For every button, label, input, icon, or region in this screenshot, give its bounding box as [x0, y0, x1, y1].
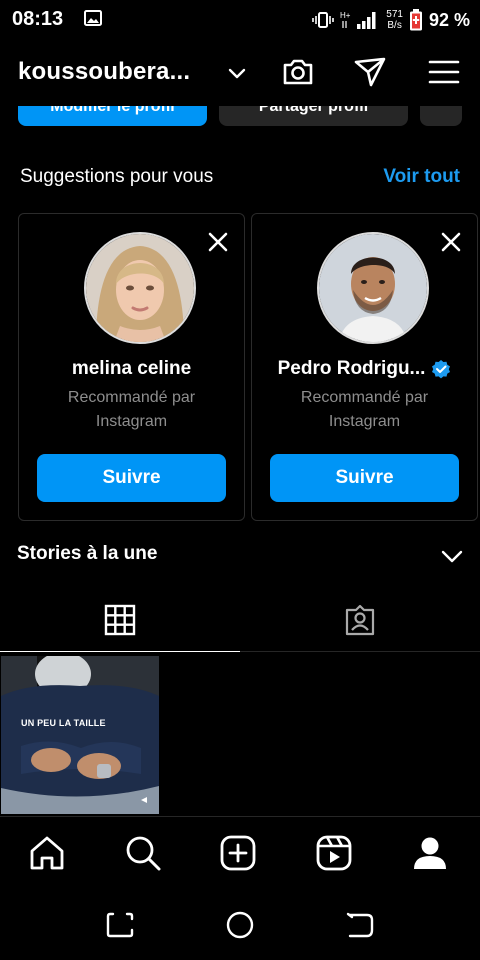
close-icon[interactable] — [439, 230, 463, 254]
tab-posts[interactable] — [0, 596, 240, 652]
vibrate-icon — [312, 12, 335, 28]
highlights-title[interactable]: Stories à la une — [17, 543, 157, 565]
status-time: 08:13 — [12, 8, 64, 30]
chevron-down-icon[interactable] — [440, 544, 464, 568]
chevron-down-icon[interactable] — [226, 62, 248, 84]
send-icon[interactable] — [352, 54, 388, 90]
verified-badge-icon — [432, 360, 451, 379]
back-icon[interactable] — [345, 910, 375, 940]
net-speed: 571 B/s — [386, 9, 403, 31]
avatar[interactable] — [317, 232, 429, 344]
bottom-navigation — [0, 816, 480, 888]
home-icon[interactable] — [27, 833, 67, 873]
see-all-link[interactable]: Voir tout — [383, 166, 460, 188]
recent-apps-icon[interactable] — [105, 910, 135, 940]
tagged-icon — [345, 604, 375, 636]
status-bar: 08:13 H+ 571 B/s 92 % — [0, 0, 480, 40]
create-icon[interactable] — [218, 833, 258, 873]
profile-actions: Modifier le profil Partager profil — [0, 106, 480, 126]
follow-button[interactable]: Suivre — [270, 454, 459, 502]
camera-icon[interactable] — [280, 54, 316, 90]
system-navigation — [0, 888, 480, 960]
suggestions-title: Suggestions pour vous — [20, 166, 214, 187]
suggestion-subtitle: Recommandé par Instagram — [300, 389, 429, 430]
search-icon[interactable] — [123, 833, 163, 873]
profile-header: koussoubera... — [0, 48, 480, 98]
edit-profile-button[interactable]: Modifier le profil — [18, 106, 207, 126]
menu-icon[interactable] — [426, 54, 462, 90]
share-profile-button[interactable]: Partager profil — [219, 106, 408, 126]
follow-button[interactable]: Suivre — [37, 454, 226, 502]
discover-people-button[interactable] — [420, 106, 462, 126]
avatar[interactable] — [84, 232, 196, 344]
close-icon[interactable] — [206, 230, 230, 254]
home-button-icon[interactable] — [225, 910, 255, 940]
gallery-icon — [84, 10, 102, 26]
suggestion-subtitle: Recommandé par Instagram — [67, 389, 196, 430]
account-username[interactable]: koussoubera... — [18, 58, 190, 86]
profile-icon[interactable] — [410, 833, 450, 873]
battery-icon — [409, 9, 422, 31]
svg-text:H+: H+ — [340, 11, 351, 20]
tab-tagged[interactable] — [240, 596, 480, 652]
signal-icon: H+ — [340, 11, 376, 29]
post-image — [1, 656, 159, 814]
post-thumbnail[interactable]: UN PEU LA TAILLE — [1, 656, 159, 814]
suggestion-card[interactable]: melina celine Recommandé par Instagram S… — [18, 213, 245, 521]
suggestion-name[interactable]: melina celine — [19, 358, 244, 380]
battery-percent: 92 % — [428, 9, 470, 30]
suggestion-card[interactable]: Pedro Rodrigu... Recommandé par Instagra… — [251, 213, 478, 521]
post-caption-text: UN PEU LA TAILLE — [21, 718, 106, 728]
status-icons: H+ 571 B/s 92 % — [312, 6, 470, 34]
suggestion-name[interactable]: Pedro Rodrigu... — [252, 358, 477, 380]
reels-icon[interactable] — [314, 833, 354, 873]
grid-icon — [104, 604, 136, 636]
